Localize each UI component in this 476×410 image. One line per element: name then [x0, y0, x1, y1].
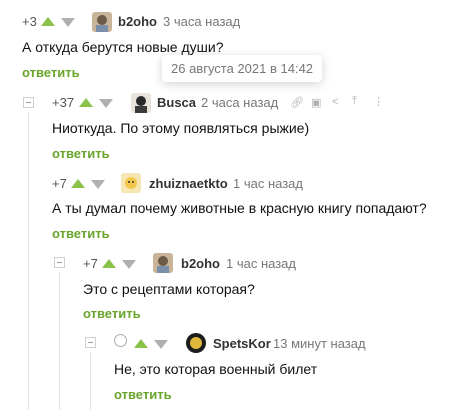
comment-time[interactable]: 1 час назад [233, 176, 303, 191]
user-avatar-icon [153, 253, 173, 273]
tooltip-text: 26 августа 2021 в 14:42 [171, 61, 314, 76]
reply-link[interactable]: ответить [52, 146, 110, 161]
scroll-up-icon[interactable]: ⤒ [352, 95, 357, 108]
save-icon[interactable]: ▣ [311, 96, 321, 109]
comment-text: А ты думал почему животные в красную кни… [52, 200, 427, 216]
upvote-icon[interactable] [79, 98, 93, 107]
comment-author[interactable]: SpetsKor [213, 336, 271, 351]
comment-time[interactable]: 3 часа назад [163, 14, 240, 29]
comment-rating: +37 [52, 95, 75, 110]
upvote-icon[interactable] [41, 17, 55, 26]
downvote-icon[interactable] [122, 260, 136, 269]
timestamp-tooltip: 26 августа 2021 в 14:42 [162, 55, 323, 82]
user-avatar-icon [92, 12, 112, 32]
reply-link[interactable]: ответить [83, 306, 141, 321]
avatar[interactable] [131, 93, 151, 113]
collapse-toggle[interactable] [23, 97, 34, 108]
reply-link[interactable]: ответить [52, 226, 110, 241]
downvote-icon[interactable] [154, 340, 168, 349]
comment-time[interactable]: 1 час назад [226, 256, 296, 271]
upvote-icon[interactable] [102, 259, 116, 268]
comment-rating: +7 [52, 176, 67, 191]
downvote-icon[interactable] [61, 18, 75, 27]
comment-text: Это с рецептами которая? [83, 281, 255, 297]
downvote-icon[interactable] [99, 99, 113, 108]
user-avatar-icon [121, 173, 141, 193]
collapse-toggle[interactable] [85, 337, 96, 348]
upvote-icon[interactable] [134, 339, 148, 348]
comment-author[interactable]: Busca [157, 95, 196, 110]
avatar[interactable] [186, 333, 206, 353]
user-avatar-icon [131, 93, 151, 113]
comment-text: Не, это которая военный билет [114, 361, 318, 377]
avatar[interactable] [92, 12, 112, 32]
reply-link[interactable]: ответить [22, 65, 80, 80]
thread-line [90, 352, 91, 410]
comment-rating: +7 [83, 256, 98, 271]
thread-line [59, 272, 60, 410]
comment-text: А откуда берутся новые души? [22, 39, 224, 55]
avatar[interactable] [153, 253, 173, 273]
clock-icon [114, 334, 127, 347]
comment-text: Ниоткуда. По этому появляться рыжие) [52, 120, 310, 136]
comment-rating: +3 [22, 14, 37, 29]
avatar[interactable] [121, 173, 141, 193]
link-icon[interactable]: 🔗︎ [290, 96, 304, 109]
downvote-icon[interactable] [91, 180, 105, 189]
comment-author[interactable]: b2oho [181, 256, 220, 271]
comment-time[interactable]: 2 часа назад [201, 95, 278, 110]
more-icon[interactable]: ⋮ [373, 95, 384, 108]
comment-author[interactable]: b2oho [118, 14, 157, 29]
upvote-icon[interactable] [71, 179, 85, 188]
comment-author[interactable]: zhuiznaetkto [149, 176, 228, 191]
thread-line [28, 112, 29, 410]
collapse-toggle[interactable] [54, 257, 65, 268]
reply-link[interactable]: ответить [114, 387, 172, 402]
comment-time[interactable]: 13 минут назад [273, 336, 366, 351]
share-icon[interactable]: < [332, 96, 338, 108]
user-avatar-icon [186, 333, 206, 353]
